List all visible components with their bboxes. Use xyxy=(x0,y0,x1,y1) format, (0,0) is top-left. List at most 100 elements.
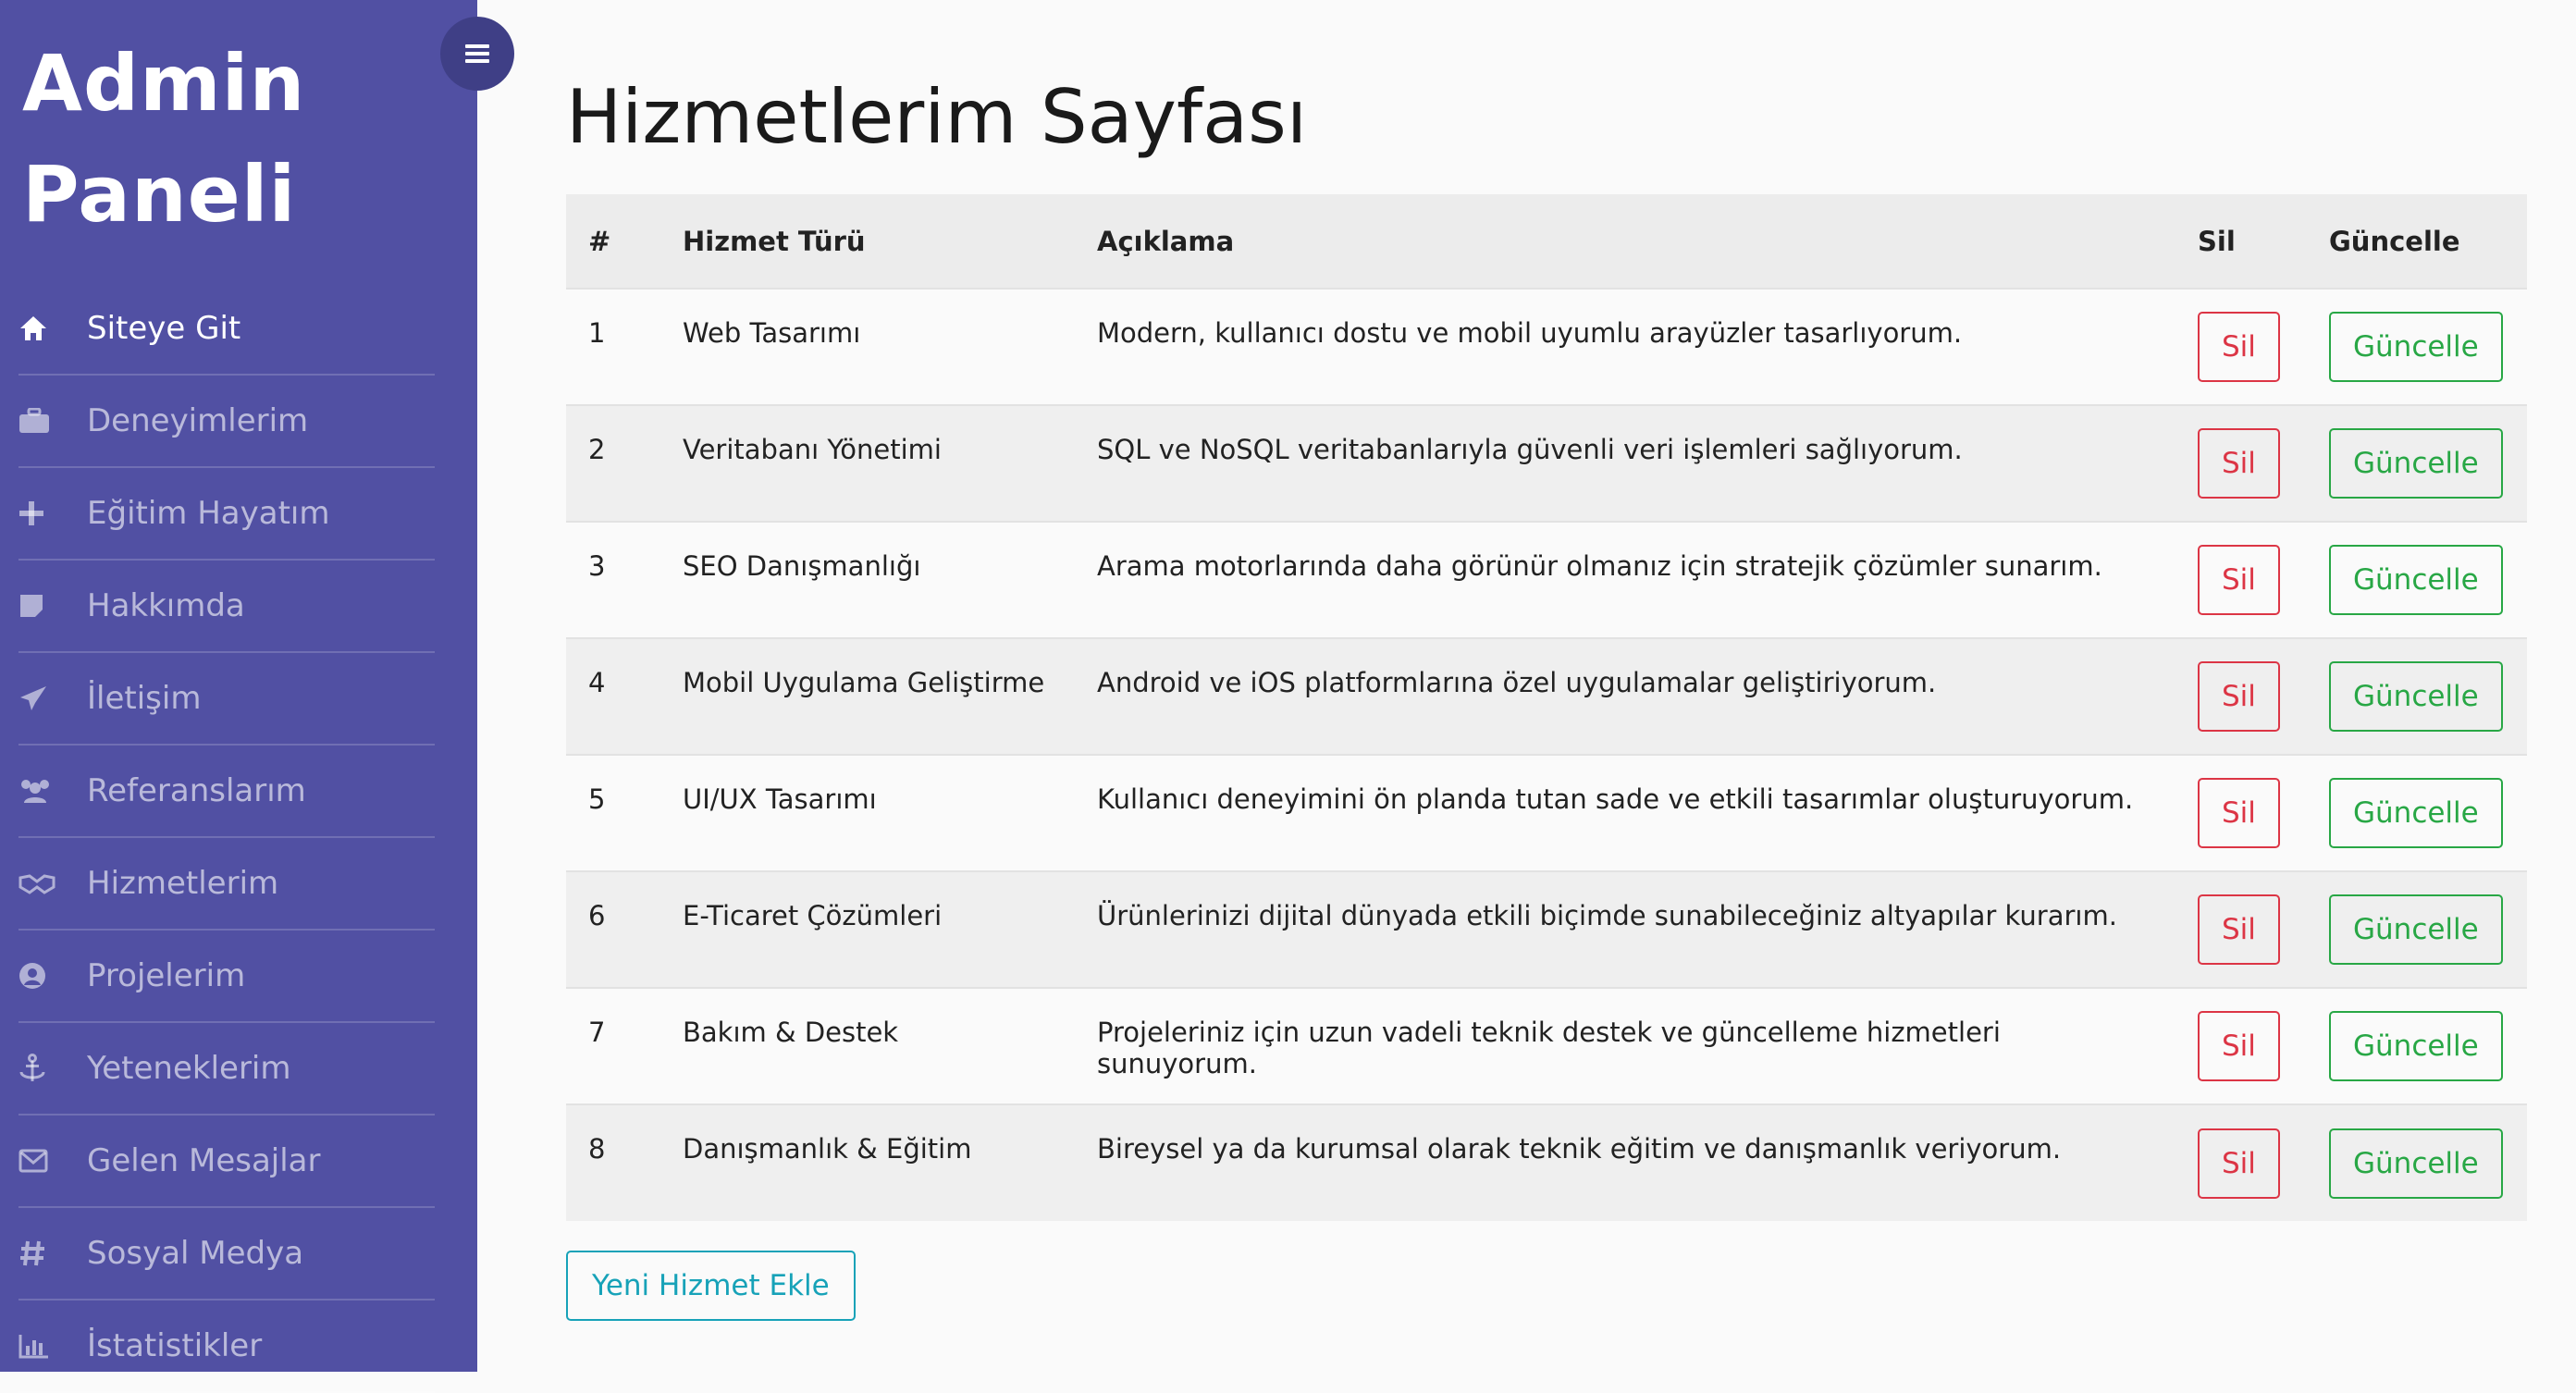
update-cell: Güncelle xyxy=(2307,522,2527,638)
sidebar-item-projelerim[interactable]: Projelerim xyxy=(18,931,435,1023)
row-number: 3 xyxy=(588,550,606,582)
sidebar-item-hakkimda[interactable]: Hakkımda xyxy=(18,561,435,653)
delete-cell: Sil xyxy=(2175,755,2307,871)
service-type: Bakım & Destek xyxy=(683,1017,899,1048)
service-description: Kullanıcı deneyimini ön planda tutan sad… xyxy=(1097,783,2134,815)
update-button[interactable]: Güncelle xyxy=(2329,661,2503,732)
service-type: SEO Danışmanlığı xyxy=(683,550,921,582)
sidebar-item-siteye-git[interactable]: Siteye Git xyxy=(18,283,435,376)
update-button[interactable]: Güncelle xyxy=(2329,1128,2503,1199)
sidebar: Admin Paneli Siteye Git Deneyimlerim Eği… xyxy=(0,0,477,1393)
table-header-row: # Hizmet Türü Açıklama Sil Güncelle xyxy=(566,194,2527,289)
sidebar-item-sosyal-medya[interactable]: Sosyal Medya xyxy=(18,1208,435,1301)
delete-button[interactable]: Sil xyxy=(2198,312,2280,382)
delete-cell: Sil xyxy=(2175,522,2307,638)
table-row: 3 SEO Danışmanlığı Arama motorlarında da… xyxy=(566,522,2527,638)
col-header-number: # xyxy=(588,225,611,257)
hashtag-icon xyxy=(18,1235,68,1272)
row-number: 6 xyxy=(588,900,606,931)
update-button[interactable]: Güncelle xyxy=(2329,428,2503,499)
sidebar-item-deneyimlerim[interactable]: Deneyimlerim xyxy=(18,376,435,468)
handshake-icon xyxy=(18,865,68,902)
sidebar-menu: Siteye Git Deneyimlerim Eğitim Hayatım H… xyxy=(18,283,435,1393)
row-number: 8 xyxy=(588,1133,606,1165)
delete-button[interactable]: Sil xyxy=(2198,778,2280,848)
briefcase-icon xyxy=(18,402,68,439)
table-row: 4 Mobil Uygulama Geliştirme Android ve i… xyxy=(566,638,2527,755)
service-description: Bireysel ya da kurumsal olarak teknik eğ… xyxy=(1097,1133,2062,1165)
update-button[interactable]: Güncelle xyxy=(2329,1011,2503,1081)
sidebar-item-label: Hizmetlerim xyxy=(87,865,279,902)
add-service-button[interactable]: Yeni Hizmet Ekle xyxy=(566,1251,856,1321)
table-row: 1 Web Tasarımı Modern, kullanıcı dostu v… xyxy=(566,289,2527,405)
update-cell: Güncelle xyxy=(2307,405,2527,522)
sidebar-item-label: Gelen Mesajlar xyxy=(87,1142,321,1179)
table-row: 2 Veritabanı Yönetimi SQL ve NoSQL verit… xyxy=(566,405,2527,522)
delete-cell: Sil xyxy=(2175,1104,2307,1221)
service-type: Veritabanı Yönetimi xyxy=(683,434,942,465)
hamburger-icon xyxy=(465,44,489,63)
table-row: 5 UI/UX Tasarımı Kullanıcı deneyimini ön… xyxy=(566,755,2527,871)
col-header-description: Açıklama xyxy=(1097,225,1235,257)
sidebar-item-label: Referanslarım xyxy=(87,772,306,809)
page-title: Hizmetlerim Sayfası xyxy=(566,74,1308,160)
sidebar-toggle-button[interactable] xyxy=(440,17,514,91)
sidebar-item-label: İstatistikler xyxy=(87,1327,263,1364)
sidebar-item-egitim-hayatim[interactable]: Eğitim Hayatım xyxy=(18,468,435,561)
sidebar-item-iletisim[interactable]: İletişim xyxy=(18,653,435,746)
sidebar-item-label: Hakkımda xyxy=(87,587,245,624)
delete-button[interactable]: Sil xyxy=(2198,545,2280,615)
delete-cell: Sil xyxy=(2175,638,2307,755)
update-button[interactable]: Güncelle xyxy=(2329,545,2503,615)
delete-cell: Sil xyxy=(2175,988,2307,1104)
delete-button[interactable]: Sil xyxy=(2198,894,2280,965)
sidebar-item-hizmetlerim[interactable]: Hizmetlerim xyxy=(18,838,435,931)
envelope-icon xyxy=(18,1142,68,1179)
sidebar-item-label: Siteye Git xyxy=(87,310,241,347)
sidebar-item-label: Sosyal Medya xyxy=(87,1235,304,1272)
update-button[interactable]: Güncelle xyxy=(2329,894,2503,965)
sidebar-item-istatistikler[interactable]: İstatistikler xyxy=(18,1301,435,1393)
table-row: 8 Danışmanlık & Eğitim Bireysel ya da ku… xyxy=(566,1104,2527,1221)
sidebar-item-label: Yeteneklerim xyxy=(87,1050,291,1087)
update-cell: Güncelle xyxy=(2307,988,2527,1104)
delete-button[interactable]: Sil xyxy=(2198,1128,2280,1199)
row-number: 5 xyxy=(588,783,606,815)
sidebar-item-yeteneklerim[interactable]: Yeteneklerim xyxy=(18,1023,435,1116)
service-type: Danışmanlık & Eğitim xyxy=(683,1133,972,1165)
table-row: 7 Bakım & Destek Projeleriniz için uzun … xyxy=(566,988,2527,1104)
update-cell: Güncelle xyxy=(2307,638,2527,755)
sidebar-item-gelen-mesajlar[interactable]: Gelen Mesajlar xyxy=(18,1116,435,1208)
row-number: 7 xyxy=(588,1017,606,1048)
service-type: Mobil Uygulama Geliştirme xyxy=(683,667,1045,698)
users-icon xyxy=(18,772,68,809)
update-button[interactable]: Güncelle xyxy=(2329,312,2503,382)
home-icon xyxy=(18,310,68,347)
delete-button[interactable]: Sil xyxy=(2198,661,2280,732)
service-description: Projeleriniz için uzun vadeli teknik des… xyxy=(1097,1017,2001,1079)
col-header-delete: Sil xyxy=(2198,225,2236,257)
delete-button[interactable]: Sil xyxy=(2198,1011,2280,1081)
update-cell: Güncelle xyxy=(2307,289,2527,405)
user-circle-icon xyxy=(18,957,68,994)
service-description: Android ve iOS platformlarına özel uygul… xyxy=(1097,667,1937,698)
bar-chart-icon xyxy=(18,1327,68,1364)
service-type: Web Tasarımı xyxy=(683,317,861,349)
delete-cell: Sil xyxy=(2175,289,2307,405)
row-number: 2 xyxy=(588,434,606,465)
update-cell: Güncelle xyxy=(2307,871,2527,988)
service-description: SQL ve NoSQL veritabanlarıyla güvenli ve… xyxy=(1097,434,1963,465)
sidebar-item-referanslarim[interactable]: Referanslarım xyxy=(18,746,435,838)
brand-title: Admin Paneli xyxy=(22,28,411,250)
col-header-update: Güncelle xyxy=(2329,225,2460,257)
service-description: Ürünlerinizi dijital dünyada etkili biçi… xyxy=(1097,900,2117,931)
service-description: Modern, kullanıcı dostu ve mobil uyumlu … xyxy=(1097,317,1963,349)
anchor-icon xyxy=(18,1050,68,1087)
service-description: Arama motorlarında daha görünür olmanız … xyxy=(1097,550,2102,582)
sidebar-item-label: İletişim xyxy=(87,680,202,717)
delete-button[interactable]: Sil xyxy=(2198,428,2280,499)
brand-text: Admin Paneli xyxy=(22,38,306,240)
update-button[interactable]: Güncelle xyxy=(2329,778,2503,848)
note-icon xyxy=(18,587,68,624)
row-number: 1 xyxy=(588,317,606,349)
